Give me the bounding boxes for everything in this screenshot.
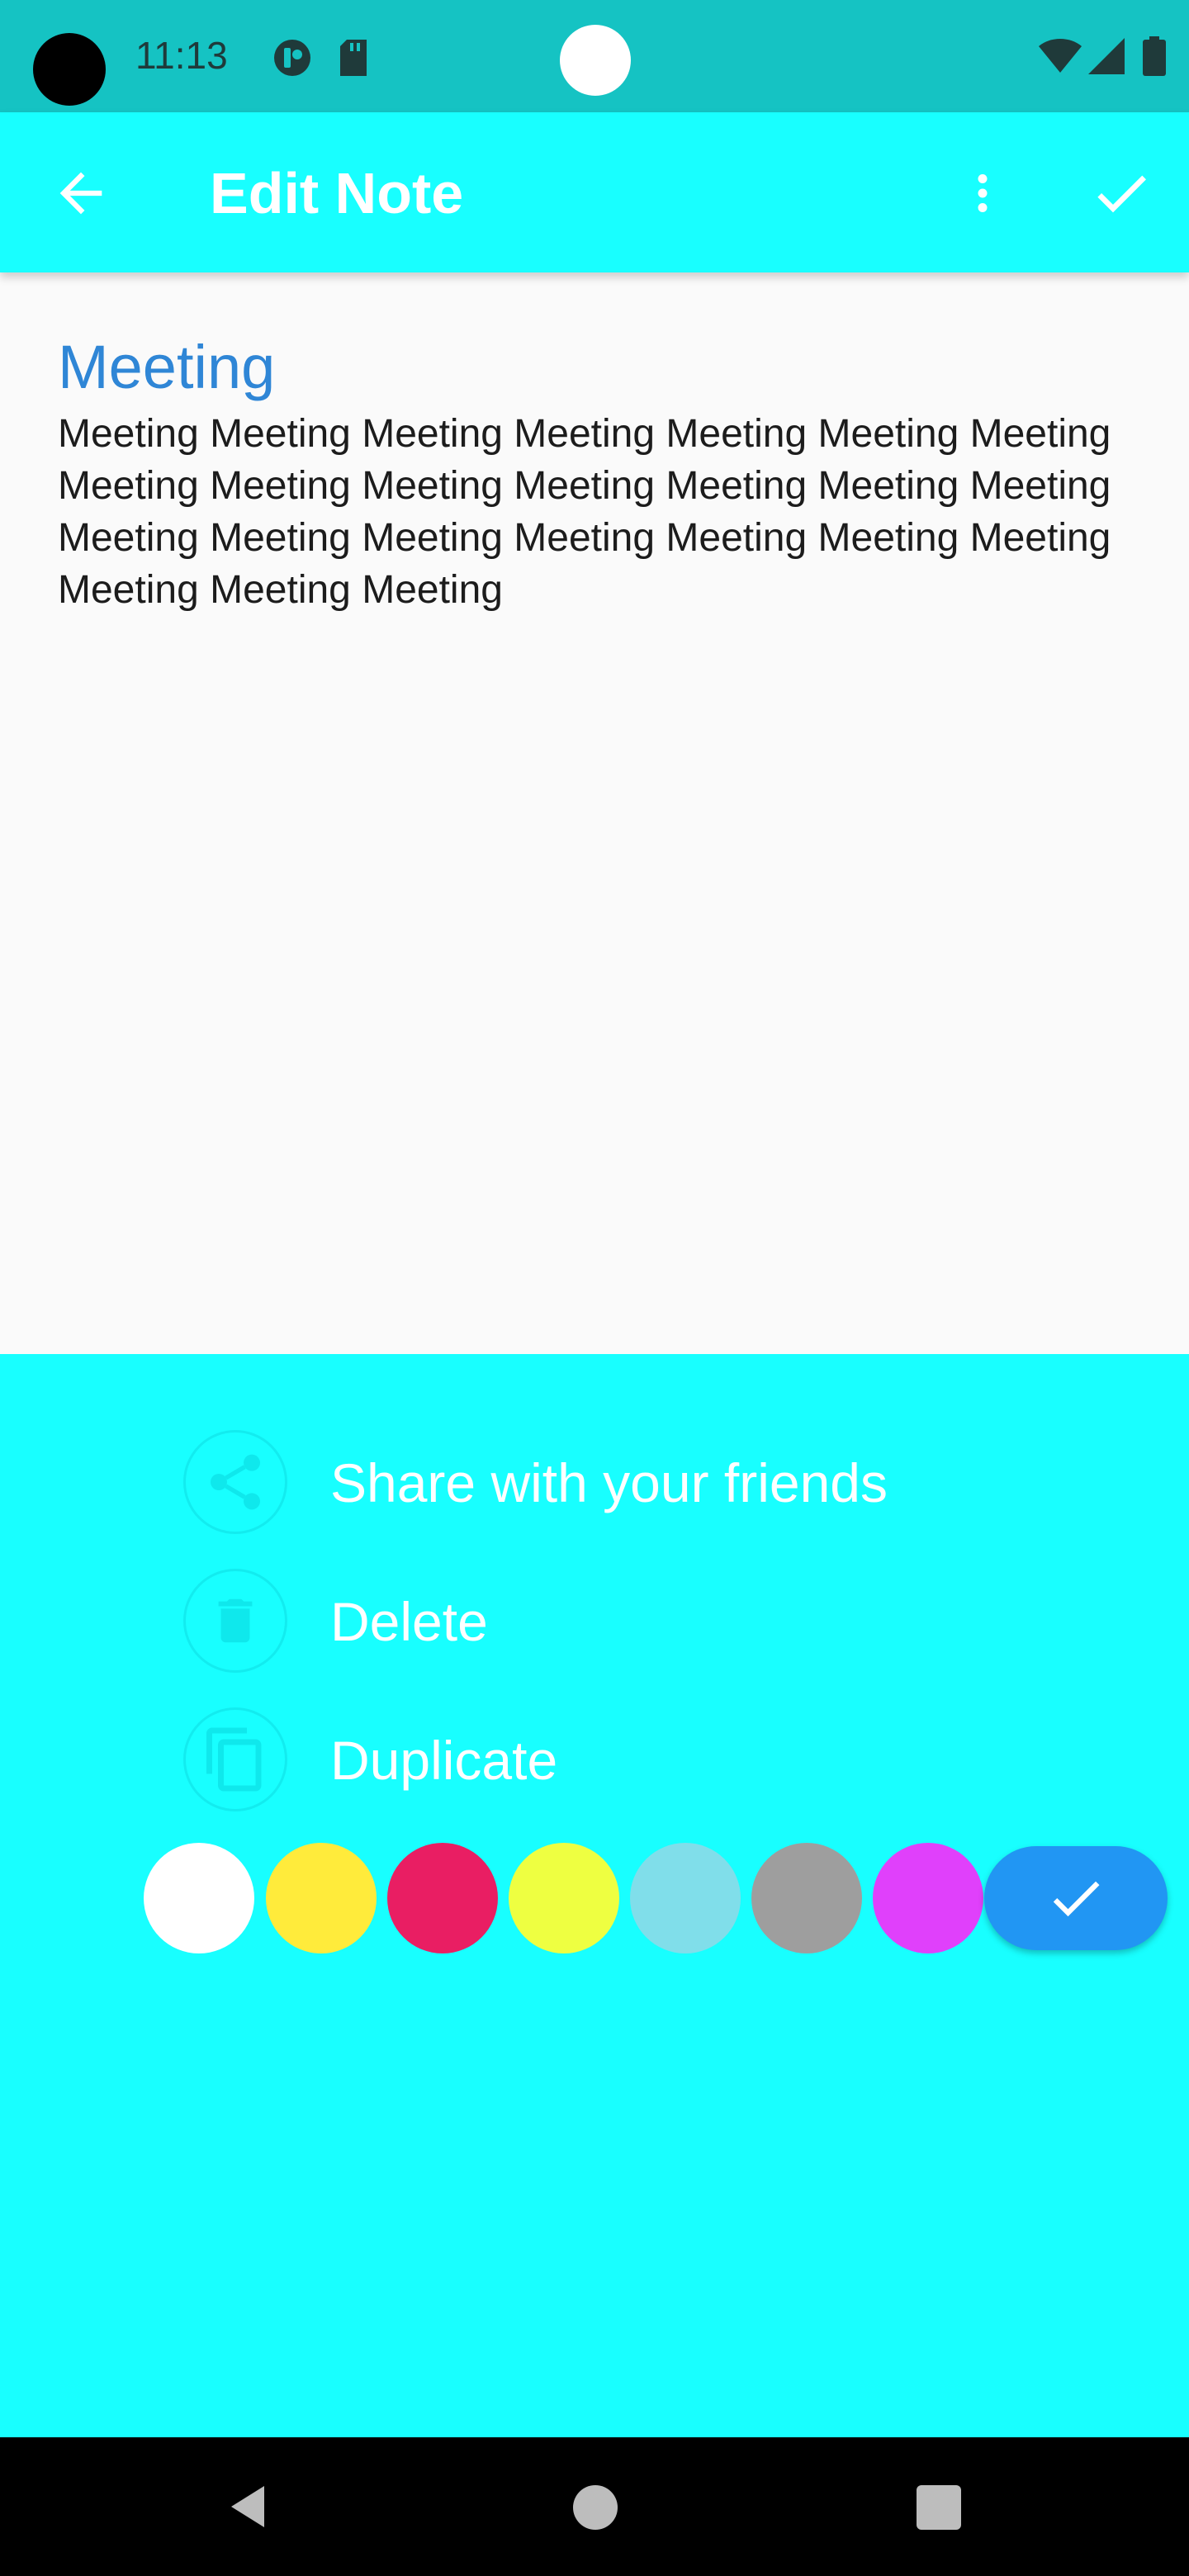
duplicate-menu-item[interactable]: Duplicate	[183, 1707, 1009, 1811]
color-swatch-magenta[interactable]	[873, 1843, 983, 1953]
share-menu-item[interactable]: Share with your friends	[183, 1430, 1009, 1534]
color-swatch-pink[interactable]	[387, 1843, 498, 1953]
app-bar: Edit Note	[0, 112, 1189, 272]
battery-icon	[1143, 36, 1166, 76]
back-arrow-icon[interactable]	[50, 162, 112, 225]
note-body-field[interactable]: Meeting Meeting Meeting Meeting Meeting …	[58, 408, 1131, 616]
status-bar: 11:13	[0, 0, 1189, 112]
duplicate-label: Duplicate	[330, 1730, 558, 1791]
more-vert-icon[interactable]	[958, 162, 1007, 225]
signal-icon	[1088, 38, 1125, 74]
system-navigation-bar	[0, 2437, 1189, 2576]
app-notification-icon	[274, 40, 310, 76]
nav-back-icon[interactable]	[223, 2482, 272, 2531]
screen: 11:13 Edit Note Meeting Meeting Meeting …	[0, 0, 1189, 2576]
color-swatch-light-blue[interactable]	[630, 1843, 741, 1953]
color-swatch-grey[interactable]	[751, 1843, 862, 1953]
nav-recents-icon[interactable]	[917, 2485, 961, 2530]
status-notification-dot	[560, 25, 631, 96]
copy-icon	[183, 1707, 287, 1811]
share-icon	[183, 1430, 287, 1534]
share-label: Share with your friends	[330, 1452, 888, 1513]
trash-icon	[183, 1569, 287, 1673]
color-swatch-yellow[interactable]	[266, 1843, 377, 1953]
nav-home-icon[interactable]	[573, 2485, 618, 2530]
sd-card-icon	[340, 40, 367, 76]
delete-label: Delete	[330, 1591, 488, 1652]
delete-menu-item[interactable]: Delete	[183, 1569, 1009, 1673]
save-check-icon[interactable]	[1088, 160, 1154, 226]
color-swatch-lime[interactable]	[509, 1843, 619, 1953]
color-swatch-white[interactable]	[144, 1843, 254, 1953]
camera-cutout	[33, 33, 106, 106]
confirm-color-button[interactable]	[984, 1846, 1168, 1950]
note-title-field[interactable]: Meeting	[58, 332, 275, 402]
wifi-icon	[1039, 39, 1082, 73]
check-icon	[1053, 1881, 1100, 1917]
page-title: Edit Note	[210, 161, 464, 225]
note-editor[interactable]: Meeting Meeting Meeting Meeting Meeting …	[0, 272, 1189, 1354]
status-time: 11:13	[135, 34, 228, 77]
